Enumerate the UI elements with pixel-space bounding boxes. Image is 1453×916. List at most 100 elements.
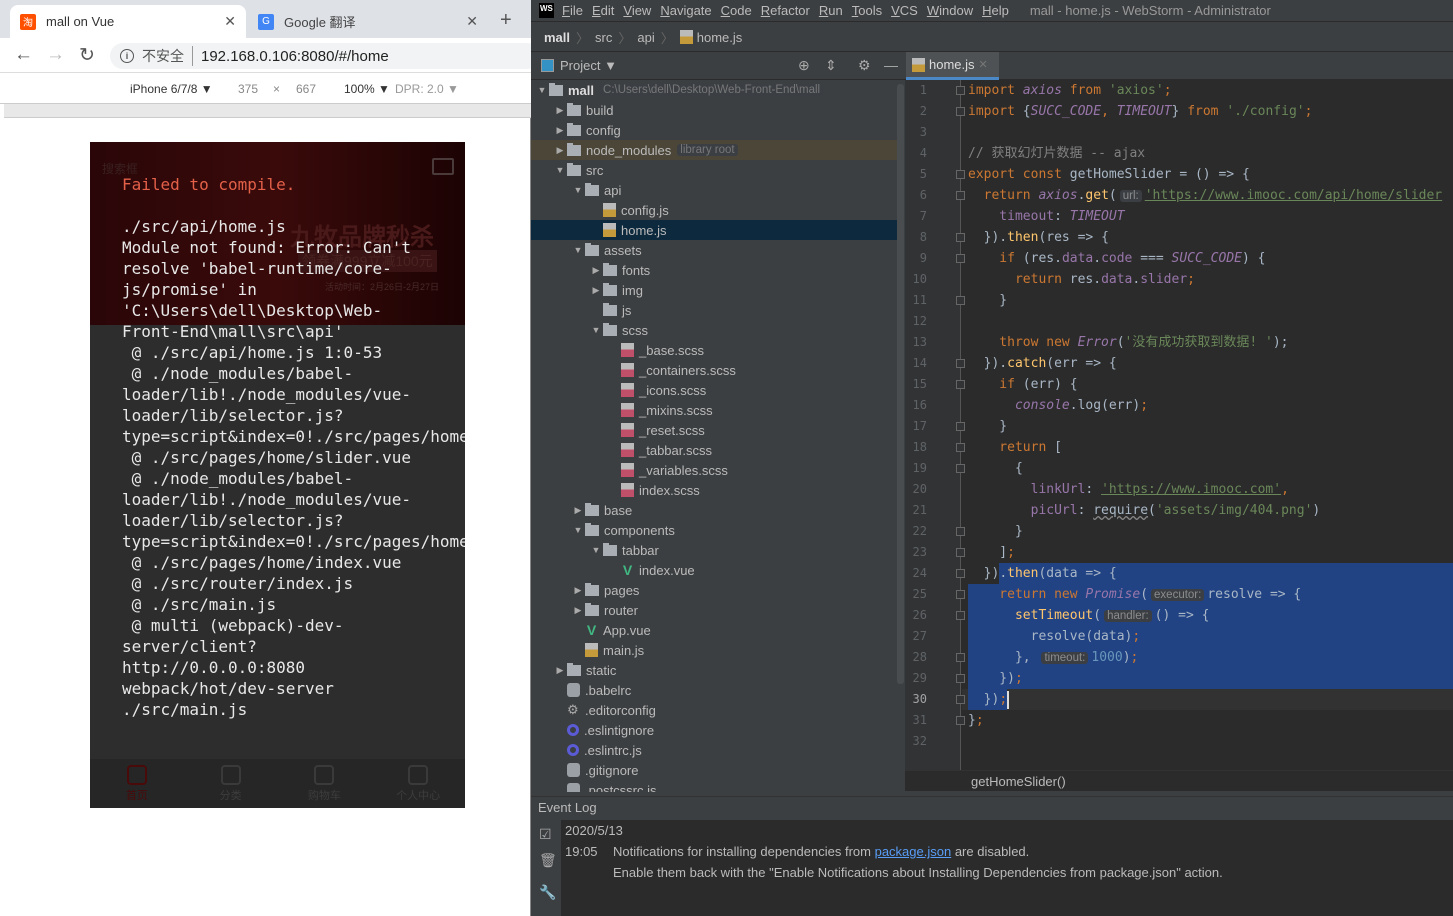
menu-tools[interactable]: Tools bbox=[852, 3, 882, 18]
chevron-right-icon[interactable]: ▶ bbox=[571, 605, 585, 616]
tree-item-config[interactable]: ▶ config bbox=[531, 120, 897, 140]
tree-item-main-js[interactable]: main.js bbox=[531, 640, 897, 660]
fold-marker-icon[interactable] bbox=[956, 464, 965, 473]
tree-item-js[interactable]: js bbox=[531, 300, 897, 320]
tree-scrollbar[interactable] bbox=[897, 84, 904, 684]
tree-item-editorconfig[interactable]: ⚙ .editorconfig bbox=[531, 700, 897, 720]
tree-item-tabbar-scss[interactable]: _tabbar.scss bbox=[531, 440, 897, 460]
tree-item-base-scss[interactable]: _base.scss bbox=[531, 340, 897, 360]
chevron-down-icon[interactable]: ▼ bbox=[589, 545, 603, 555]
tree-item-tabbar[interactable]: ▼ tabbar bbox=[531, 540, 897, 560]
chevron-down-icon[interactable]: ▼ bbox=[571, 245, 585, 255]
tree-item-reset-scss[interactable]: _reset.scss bbox=[531, 420, 897, 440]
phone-tab-cart[interactable]: 购物车 bbox=[278, 759, 372, 808]
reload-icon[interactable]: ↻ bbox=[79, 44, 95, 67]
menu-file[interactable]: File bbox=[562, 3, 583, 18]
tab-google-translate[interactable]: G Google 翻译 ✕ bbox=[248, 5, 488, 38]
dpr-select[interactable]: DPR: 2.0 ▼ bbox=[395, 82, 459, 96]
menu-code[interactable]: Code bbox=[721, 3, 752, 18]
tree-item-home-js[interactable]: home.js bbox=[531, 220, 897, 240]
tree-item-build[interactable]: ▶ build bbox=[531, 100, 897, 120]
tree-item-App-vue[interactable]: V App.vue bbox=[531, 620, 897, 640]
tree-item-src[interactable]: ▼ src bbox=[531, 160, 897, 180]
menu-help[interactable]: Help bbox=[982, 3, 1009, 18]
fold-marker-icon[interactable] bbox=[956, 86, 965, 95]
fold-marker-icon[interactable] bbox=[956, 380, 965, 389]
menu-run[interactable]: Run bbox=[819, 3, 843, 18]
fold-marker-icon[interactable] bbox=[956, 590, 965, 599]
fold-marker-icon[interactable] bbox=[956, 569, 965, 578]
tree-item-index-scss[interactable]: index.scss bbox=[531, 480, 897, 500]
menu-view[interactable]: View bbox=[623, 3, 651, 18]
phone-tab-home[interactable]: 首页 bbox=[90, 759, 184, 808]
tree-item-assets[interactable]: ▼ assets bbox=[531, 240, 897, 260]
tree-item-gitignore[interactable]: .gitignore bbox=[531, 760, 897, 780]
tree-item-index-vue[interactable]: Vindex.vue bbox=[531, 560, 897, 580]
zoom-select[interactable]: 100% ▼ bbox=[344, 82, 390, 96]
collapse-all-icon[interactable]: ⇕ bbox=[825, 57, 837, 74]
tree-item-eslintignore[interactable]: .eslintignore bbox=[531, 720, 897, 740]
trash-icon[interactable]: 🗑 bbox=[539, 852, 557, 869]
fold-marker-icon[interactable] bbox=[956, 254, 965, 263]
device-width-input[interactable]: 375 bbox=[238, 82, 258, 96]
url-input[interactable]: i 不安全 192.168.0.106:8080/#/home bbox=[110, 43, 540, 69]
wrench-icon[interactable]: 🔧 bbox=[539, 884, 556, 901]
fold-marker-icon[interactable] bbox=[956, 422, 965, 431]
fold-marker-icon[interactable] bbox=[956, 191, 965, 200]
chevron-down-icon[interactable]: ▼ bbox=[571, 185, 585, 195]
breadcrumb-api[interactable]: api bbox=[637, 30, 654, 45]
fold-marker-icon[interactable] bbox=[956, 443, 965, 452]
back-icon[interactable]: ← bbox=[14, 44, 33, 66]
menu-edit[interactable]: Edit bbox=[592, 3, 614, 18]
menu-refactor[interactable]: Refactor bbox=[761, 3, 810, 18]
fold-marker-icon[interactable] bbox=[956, 611, 965, 620]
fold-marker-icon[interactable] bbox=[956, 296, 965, 305]
fold-marker-icon[interactable] bbox=[956, 233, 965, 242]
close-tab-icon[interactable]: ✕ bbox=[466, 13, 478, 30]
tree-item-mall[interactable]: ▼ mall C:\Users\dell\Desktop\Web-Front-End… bbox=[531, 80, 897, 100]
fold-marker-icon[interactable] bbox=[956, 548, 965, 557]
menu-vcs[interactable]: VCS bbox=[891, 3, 918, 18]
fold-marker-icon[interactable] bbox=[956, 359, 965, 368]
fold-marker-icon[interactable] bbox=[956, 653, 965, 662]
phone-tab-user[interactable]: 个人中心 bbox=[371, 759, 465, 808]
tree-item-postcssrc-js[interactable]: .postcssrc.js bbox=[531, 780, 897, 792]
tree-item-eslintrc-js[interactable]: .eslintrc.js bbox=[531, 740, 897, 760]
chevron-down-icon[interactable]: ▼ bbox=[571, 525, 585, 535]
gear-icon[interactable]: ⚙ bbox=[858, 57, 871, 74]
breadcrumb-src[interactable]: src bbox=[595, 30, 612, 45]
tree-item-api[interactable]: ▼ api bbox=[531, 180, 897, 200]
fold-marker-icon[interactable] bbox=[956, 695, 965, 704]
locate-icon[interactable]: ⊕ bbox=[798, 57, 810, 74]
chevron-right-icon[interactable]: ▶ bbox=[553, 105, 567, 116]
tree-item-static[interactable]: ▶ static bbox=[531, 660, 897, 680]
tree-item-pages[interactable]: ▶ pages bbox=[531, 580, 897, 600]
tree-item-containers-scss[interactable]: _containers.scss bbox=[531, 360, 897, 380]
tree-item-base[interactable]: ▶ base bbox=[531, 500, 897, 520]
tree-item-config-js[interactable]: config.js bbox=[531, 200, 897, 220]
editor-breadcrumb[interactable]: getHomeSlider() bbox=[905, 770, 1453, 791]
tree-item-node_modules[interactable]: ▶ node_modules library root bbox=[531, 140, 897, 160]
chevron-down-icon[interactable]: ▼ bbox=[553, 165, 567, 175]
breadcrumb-mall[interactable]: mall bbox=[544, 30, 570, 45]
package-json-link[interactable]: package.json bbox=[875, 844, 952, 859]
fold-marker-icon[interactable] bbox=[956, 674, 965, 683]
close-tab-icon[interactable]: ✕ bbox=[979, 58, 988, 71]
menu-window[interactable]: Window bbox=[927, 3, 973, 18]
info-icon[interactable]: i bbox=[120, 49, 134, 63]
chevron-down-icon[interactable]: ▼ bbox=[535, 85, 549, 95]
chevron-down-icon[interactable]: ▼ bbox=[589, 325, 603, 335]
menu-navigate[interactable]: Navigate bbox=[660, 3, 711, 18]
chevron-right-icon[interactable]: ▶ bbox=[553, 125, 567, 136]
chevron-right-icon[interactable]: ▶ bbox=[571, 505, 585, 516]
mark-read-icon[interactable]: ☑ bbox=[539, 826, 552, 843]
tree-item-img[interactable]: ▶ img bbox=[531, 280, 897, 300]
tree-item-babelrc[interactable]: .babelrc bbox=[531, 680, 897, 700]
chevron-right-icon[interactable]: ▶ bbox=[589, 285, 603, 296]
fold-marker-icon[interactable] bbox=[956, 716, 965, 725]
code-editor[interactable]: 1 2 3 4 5 6 7 8 9 10 11 12 13 14 15 16 17 18 19 20 21 22 23 24 2… bbox=[905, 80, 1453, 770]
editor-tab-home-js[interactable]: home.js ✕ bbox=[906, 52, 999, 80]
chevron-right-icon[interactable]: ▶ bbox=[589, 265, 603, 276]
chevron-right-icon[interactable]: ▶ bbox=[571, 585, 585, 596]
new-tab-button[interactable]: + bbox=[500, 9, 512, 32]
